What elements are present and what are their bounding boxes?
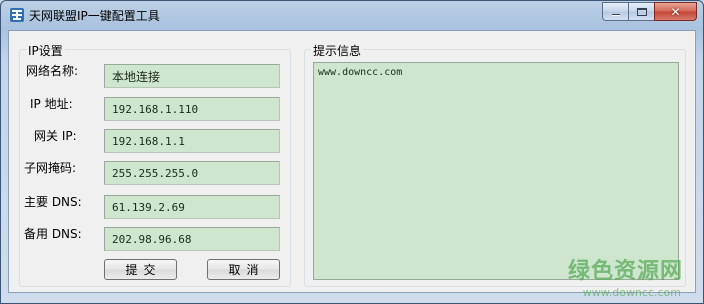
secondary-dns-label: 备用 DNS: (24, 227, 82, 241)
submit-button-label: 提交 (125, 263, 162, 277)
ip-settings-title: IP设置 (26, 42, 65, 59)
cancel-button-label: 取消 (228, 263, 265, 277)
watermark-logo: 绿色资源网 (567, 259, 683, 284)
ip-address-input[interactable]: 192.168.1.110 (104, 97, 280, 121)
secondary-dns-input[interactable]: 202.98.96.68 (104, 227, 280, 251)
title-bar[interactable]: 天网联盟IP一键配置工具 ✕ (1, 1, 703, 29)
maximize-icon (636, 7, 647, 16)
submit-button[interactable]: 提交 (104, 259, 177, 280)
gateway-ip-label: 网关 IP: (34, 129, 77, 143)
network-name-input[interactable]: 本地连接 (104, 64, 280, 88)
app-icon (10, 8, 24, 22)
hint-group: 提示信息 www.downcc.com (304, 42, 686, 287)
primary-dns-label: 主要 DNS: (24, 195, 82, 209)
close-icon: ✕ (670, 4, 681, 19)
caption-buttons: ✕ (602, 2, 697, 21)
gateway-ip-input[interactable]: 192.168.1.1 (104, 129, 280, 153)
subnet-mask-label: 子网掩码: (24, 161, 77, 175)
primary-dns-input[interactable]: 61.139.2.69 (104, 195, 280, 219)
hint-textarea[interactable]: www.downcc.com (313, 62, 679, 280)
hint-title: 提示信息 (311, 42, 364, 59)
window-title: 天网联盟IP一键配置工具 (29, 9, 160, 23)
app-window: 天网联盟IP一键配置工具 ✕ IP设置 网络名称: 本地连接 IP 地址: 19… (0, 0, 704, 304)
ip-address-label: IP 地址: (30, 97, 73, 111)
close-button[interactable]: ✕ (654, 2, 697, 21)
maximize-button[interactable] (628, 2, 654, 21)
cancel-button[interactable]: 取消 (207, 259, 280, 280)
minimize-icon (611, 13, 620, 16)
network-name-label: 网络名称: (26, 64, 79, 78)
ip-settings-group: IP设置 网络名称: 本地连接 IP 地址: 192.168.1.110 网关 … (19, 42, 291, 287)
minimize-button[interactable] (602, 2, 628, 21)
watermark-url: www.downcc.com (582, 286, 681, 299)
subnet-mask-input[interactable]: 255.255.255.0 (104, 161, 280, 185)
